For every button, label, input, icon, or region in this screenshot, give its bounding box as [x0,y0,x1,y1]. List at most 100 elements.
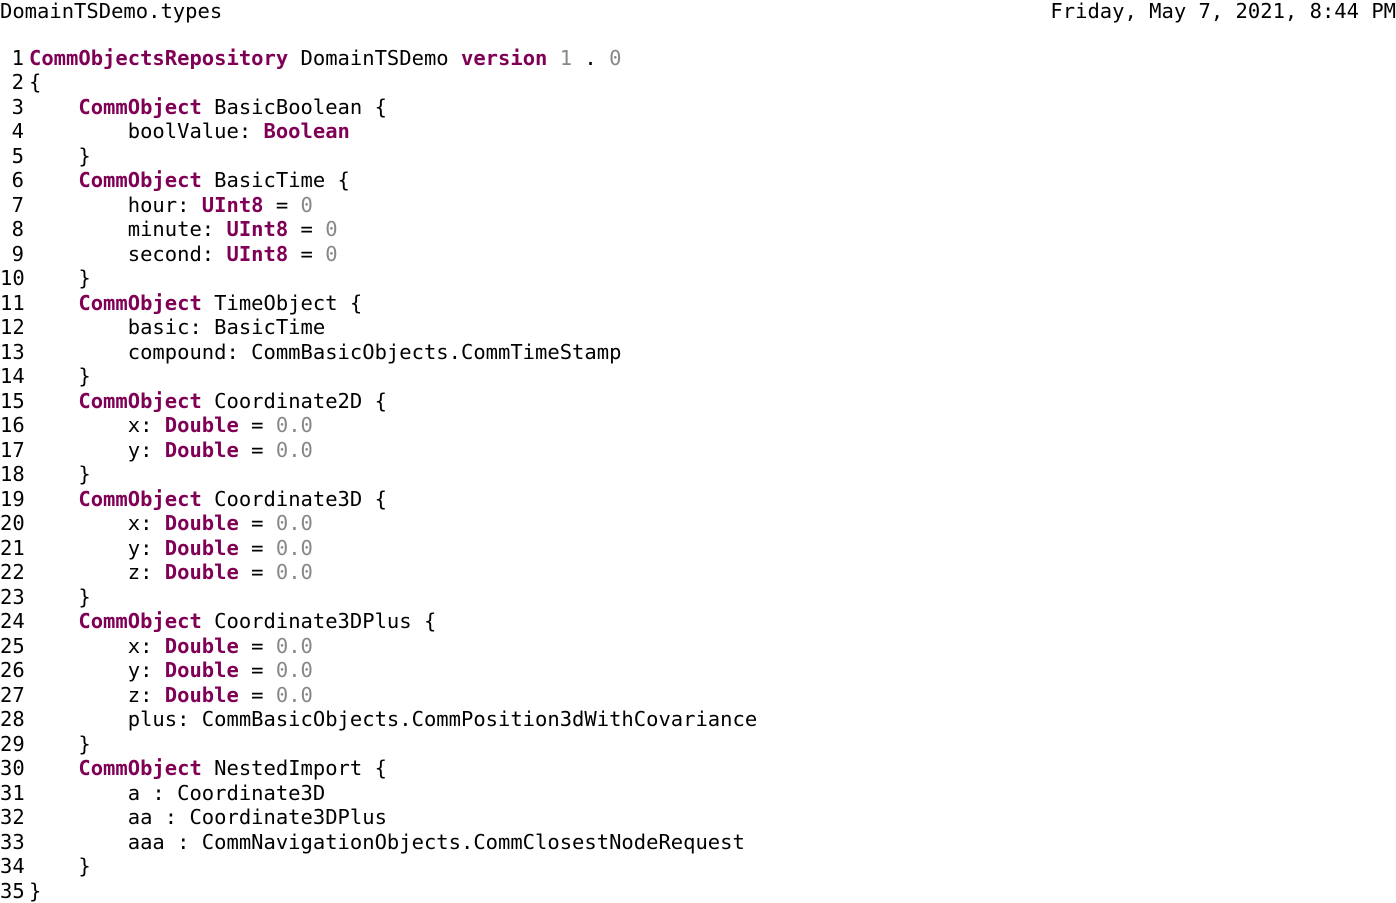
code-text: aa : Coordinate3DPlus [29,805,387,829]
code-text [29,389,78,413]
line-number: 25 [0,634,24,659]
code-text: BasicTime { [202,168,350,192]
keyword: UInt8 [226,242,288,266]
keyword: CommObjectsRepository [29,46,288,70]
line-text: CommObject Coordinate2D { [24,389,387,414]
code-text [29,756,78,780]
code-line: 30 CommObject NestedImport { [0,756,1396,781]
code-line: 4 boolValue: Boolean [0,119,1396,144]
page-header: DomainTSDemo.types Friday, May 7, 2021, … [0,0,1396,24]
code-line: 34 } [0,854,1396,879]
code-text: y: [29,438,165,462]
line-number: 7 [0,193,24,218]
code-text: NestedImport { [202,756,387,780]
line-text: x: Double = 0.0 [24,511,313,536]
line-number: 9 [0,242,24,267]
code-text: = [264,193,301,217]
line-number: 19 [0,487,24,512]
code-text: { [29,70,41,94]
code-listing: 1CommObjectsRepository DomainTSDemo vers… [0,46,1396,903]
line-number: 12 [0,315,24,340]
line-number: 10 [0,266,24,291]
code-text: y: [29,536,165,560]
code-text: . [572,46,609,70]
line-text: hour: UInt8 = 0 [24,193,313,218]
code-text [29,95,78,119]
code-text [547,46,559,70]
code-text: Coordinate3D { [202,487,387,511]
keyword: CommObject [78,609,201,633]
code-text: = [239,683,276,707]
code-text: = [239,511,276,535]
line-number: 6 [0,168,24,193]
line-text: boolValue: Boolean [24,119,350,144]
keyword: CommObject [78,168,201,192]
keyword: CommObject [78,291,201,315]
code-line: 15 CommObject Coordinate2D { [0,389,1396,414]
line-number: 16 [0,413,24,438]
line-number: 21 [0,536,24,561]
line-text: CommObjectsRepository DomainTSDemo versi… [24,46,621,71]
keyword: CommObject [78,756,201,780]
code-text: compound: CommBasicObjects.CommTimeStamp [29,340,621,364]
code-text: = [239,658,276,682]
line-text: compound: CommBasicObjects.CommTimeStamp [24,340,621,365]
line-number: 4 [0,119,24,144]
line-number: 14 [0,364,24,389]
code-text: } [29,144,91,168]
line-number: 15 [0,389,24,414]
number-literal: 0 [301,193,313,217]
code-text: a : Coordinate3D [29,781,325,805]
code-text: = [288,242,325,266]
line-number: 35 [0,879,24,903]
line-text: CommObject NestedImport { [24,756,387,781]
print-date: Friday, May 7, 2021, 8:44 PM [1050,0,1396,22]
code-text: } [29,462,91,486]
code-line: 31 a : Coordinate3D [0,781,1396,806]
keyword: Double [165,413,239,437]
code-text: = [239,438,276,462]
number-literal: 0 [325,217,337,241]
line-text: } [24,879,41,903]
line-text: CommObject BasicTime { [24,168,350,193]
code-line: 20 x: Double = 0.0 [0,511,1396,536]
code-line: 26 y: Double = 0.0 [0,658,1396,683]
line-text: x: Double = 0.0 [24,634,313,659]
line-text: plus: CommBasicObjects.CommPosition3dWit… [24,707,757,732]
keyword: Double [165,536,239,560]
code-line: 29 } [0,732,1396,757]
number-literal: 0.0 [276,634,313,658]
code-text: basic: BasicTime [29,315,325,339]
line-text: } [24,585,91,610]
code-line: 25 x: Double = 0.0 [0,634,1396,659]
code-text: } [29,364,91,388]
code-line: 23 } [0,585,1396,610]
number-literal: 0 [325,242,337,266]
keyword: CommObject [78,95,201,119]
code-line: 21 y: Double = 0.0 [0,536,1396,561]
line-number: 28 [0,707,24,732]
line-text: y: Double = 0.0 [24,658,313,683]
number-literal: 0.0 [276,511,313,535]
number-literal: 1 [560,46,572,70]
code-text: } [29,732,91,756]
code-line: 9 second: UInt8 = 0 [0,242,1396,267]
code-text: minute: [29,217,226,241]
line-number: 20 [0,511,24,536]
code-line: 28 plus: CommBasicObjects.CommPosition3d… [0,707,1396,732]
code-line: 5 } [0,144,1396,169]
code-line: 13 compound: CommBasicObjects.CommTimeSt… [0,340,1396,365]
code-text: TimeObject { [202,291,362,315]
line-text: second: UInt8 = 0 [24,242,338,267]
line-text: } [24,144,91,169]
keyword: Double [165,634,239,658]
code-text: } [29,266,91,290]
code-text: x: [29,511,165,535]
code-line: 24 CommObject Coordinate3DPlus { [0,609,1396,634]
keyword: Boolean [264,119,350,143]
code-text: Coordinate2D { [202,389,387,413]
code-text: second: [29,242,226,266]
code-text: boolValue: [29,119,264,143]
keyword: Double [165,438,239,462]
code-text: DomainTSDemo [288,46,461,70]
